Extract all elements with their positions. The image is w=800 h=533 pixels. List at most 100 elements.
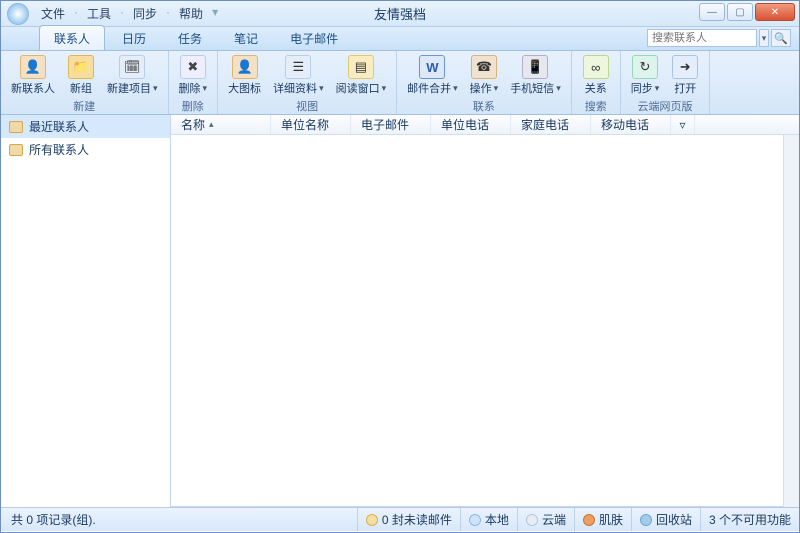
tab-email[interactable]: 电子邮件 [275,25,353,50]
relation-label: 关系 [585,80,607,96]
menu-sep: · [165,3,171,24]
trash-icon [640,514,652,526]
close-button[interactable]: ✕ [755,3,795,21]
search-button[interactable]: 🔍 [771,29,791,47]
status-trash[interactable]: 回收站 [631,508,700,531]
tab-notes[interactable]: 笔记 [219,25,273,50]
sidebar-all-label: 所有联系人 [29,141,89,158]
status-local-label: 本地 [485,511,509,528]
search-input[interactable] [647,29,757,47]
read-window-label: 阅读窗口 [336,80,387,96]
main-menu: 文件· 工具· 同步· 帮助▾ [35,3,219,24]
vertical-scrollbar[interactable] [783,135,799,507]
sidebar-recent-label: 最近联系人 [29,118,89,135]
data-grid[interactable] [171,135,783,507]
details-icon: ☰ [285,55,311,79]
column-spacer [695,115,799,134]
column-homephone[interactable]: 家庭电话 [511,115,591,134]
mail-merge-button[interactable]: W邮件合并 [401,53,464,98]
group-label-delete: 删除 [169,98,218,116]
sync-icon: ↻ [632,55,658,79]
phone-icon: 📱 [522,55,548,79]
delete-x-icon: ✖ [180,55,206,79]
status-local[interactable]: 本地 [460,508,517,531]
contacts-group-icon [9,121,23,133]
status-cloud-label: 云端 [542,511,566,528]
reading-pane-icon: ▤ [348,55,374,79]
menu-tools[interactable]: 工具 [81,3,117,24]
menu-sep: · [119,3,125,24]
large-icons-icon: 👤 [232,55,258,79]
ribbon-group-new: 👤新联系人 📁新组 🗓新建项目 新建 [1,51,169,114]
new-contact-button[interactable]: 👤新联系人 [5,53,61,98]
new-contact-label: 新联系人 [11,80,55,96]
new-group-button[interactable]: 📁新组 [61,53,101,98]
sidebar-item-recent[interactable]: 最近联系人 [1,115,170,138]
delete-button[interactable]: ✖删除 [173,53,214,98]
contacts-group-icon [9,144,23,156]
menu-file[interactable]: 文件 [35,3,71,24]
tab-tasks[interactable]: 任务 [163,25,217,50]
status-skin-label: 肌肤 [599,511,623,528]
status-cloud[interactable]: 云端 [517,508,574,531]
new-project-button[interactable]: 🗓新建项目 [101,53,164,98]
menu-help[interactable]: 帮助 [173,3,209,24]
sms-button[interactable]: 📱手机短信 [504,53,567,98]
minimize-button[interactable]: — [699,3,725,21]
status-disabled[interactable]: 3 个不可用功能 [700,508,799,531]
tab-strip: 联系人 日历 任务 笔记 电子邮件 ▾ 🔍 [1,27,799,51]
column-mobile[interactable]: 移动电话 [591,115,671,134]
column-workphone[interactable]: 单位电话 [431,115,511,134]
column-name[interactable]: 名称 [171,115,271,134]
person-card-icon: 👤 [20,55,46,79]
read-window-button[interactable]: ▤阅读窗口 [330,53,393,98]
group-label-search: 搜索 [572,98,620,116]
sidebar-item-all[interactable]: 所有联系人 [1,138,170,161]
column-filter[interactable]: ▿ [671,115,695,134]
group-label-contact: 联系 [397,98,571,116]
new-project-label: 新建项目 [107,80,158,96]
search-area: ▾ 🔍 [647,29,791,47]
sync-button[interactable]: ↻同步 [625,53,666,98]
large-icon-label: 大图标 [228,80,261,96]
status-records: 共 0 项记录(组). [1,511,106,528]
detail-button[interactable]: ☰详细资料 [267,53,330,98]
menu-sep: ▾ [211,3,219,24]
large-icon-button[interactable]: 👤大图标 [222,53,267,98]
ribbon-group-search: ∞关系 搜索 [572,51,621,114]
tab-calendar[interactable]: 日历 [107,25,161,50]
open-icon: ➜ [672,55,698,79]
ribbon-group-delete: ✖删除 删除 [169,51,219,114]
calendar-icon: 🗓 [119,55,145,79]
relation-button[interactable]: ∞关系 [576,53,616,98]
column-company[interactable]: 单位名称 [271,115,351,134]
title-bar: 文件· 工具· 同步· 帮助▾ 友情强档 — ▢ ✕ [1,1,799,27]
skin-icon [583,514,595,526]
open-button[interactable]: ➜打开 [665,53,705,98]
operate-button[interactable]: ☎操作 [464,53,505,98]
status-unread-label: 0 封未读邮件 [382,511,452,528]
status-unread-mail[interactable]: 0 封未读邮件 [357,508,460,531]
status-trash-label: 回收站 [656,511,692,528]
menu-sync[interactable]: 同步 [127,3,163,24]
word-icon: W [419,55,445,79]
app-icon [7,3,29,25]
ribbon: 👤新联系人 📁新组 🗓新建项目 新建 ✖删除 删除 👤大图标 ☰详细资料 ▤阅读… [1,51,799,115]
group-label-new: 新建 [1,98,168,116]
phone-qq-icon: ☎ [471,55,497,79]
maximize-button[interactable]: ▢ [727,3,753,21]
status-skin[interactable]: 肌肤 [574,508,631,531]
column-email[interactable]: 电子邮件 [351,115,431,134]
window-title: 友情强档 [374,4,426,23]
content-area: 名称 单位名称 电子邮件 单位电话 家庭电话 移动电话 ▿ [171,115,799,507]
search-dropdown[interactable]: ▾ [759,29,769,47]
cloud-icon [526,514,538,526]
group-label-cloud: 云端网页版 [621,98,710,116]
open-label: 打开 [674,80,696,96]
detail-label: 详细资料 [273,80,324,96]
new-group-label: 新组 [70,80,92,96]
ribbon-group-view: 👤大图标 ☰详细资料 ▤阅读窗口 视图 [218,51,397,114]
mail-merge-label: 邮件合并 [407,80,458,96]
window-controls: — ▢ ✕ [699,3,795,21]
tab-contacts[interactable]: 联系人 [39,25,105,50]
